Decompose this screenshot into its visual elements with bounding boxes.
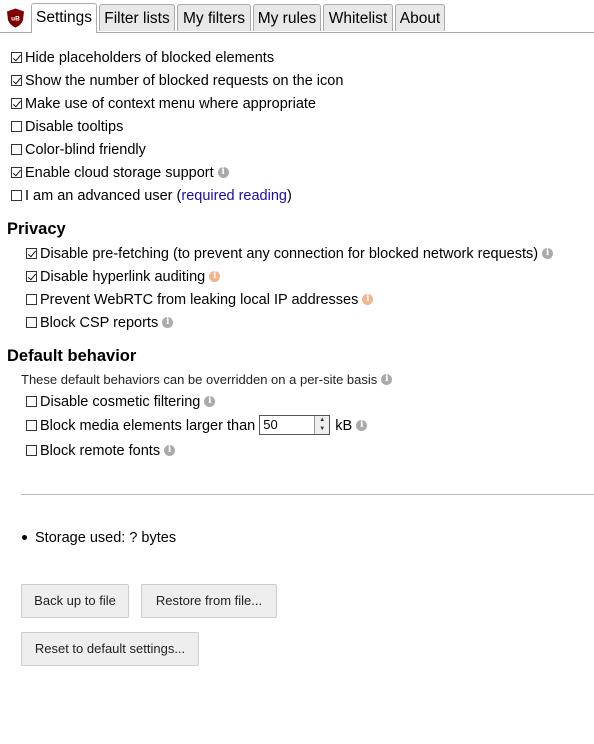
option-disable-hyperlink-auditing[interactable]: Disable hyperlink auditing i [26,267,221,287]
option-show-count[interactable]: Show the number of blocked requests on t… [11,71,343,91]
privacy-heading: Privacy [7,220,66,238]
reset-button[interactable]: Reset to default settings... [21,632,199,666]
option-context-menu[interactable]: Make use of context menu where appropria… [11,94,316,114]
option-label: Block CSP reports [40,315,159,331]
option-label: Block media elements larger than [40,418,256,434]
option-disable-prefetching[interactable]: Disable pre-fetching (to prevent any con… [26,244,554,264]
tab-bar: uB Settings Filter lists My filters My r… [0,0,594,33]
option-color-blind[interactable]: Color-blind friendly [11,140,146,160]
spin-up-icon[interactable]: ▲ [319,417,325,423]
checkbox[interactable] [11,74,22,86]
option-block-csp-reports[interactable]: Block CSP reports i [26,313,174,333]
info-icon[interactable]: i [164,444,176,456]
tab-whitelist[interactable]: Whitelist [323,4,393,31]
divider [21,494,594,495]
media-size-input[interactable]: 50 ▲ ▼ [259,415,331,436]
logo-text: uB [11,16,20,23]
info-icon[interactable]: i [204,395,216,407]
option-label: Disable pre-fetching (to prevent any con… [40,246,539,262]
checkbox[interactable] [26,293,37,305]
option-label: Show the number of blocked requests on t… [25,73,344,89]
option-disable-tooltips[interactable]: Disable tooltips [11,117,123,137]
info-icon[interactable]: i [356,419,368,431]
option-label: Enable cloud storage support [25,165,214,181]
option-label: Block remote fonts [40,443,161,459]
ublock-logo-icon: uB [7,8,24,28]
checkbox[interactable] [11,120,22,132]
bullet-dot [22,534,27,540]
option-prevent-webrtc[interactable]: Prevent WebRTC from leaking local IP add… [26,290,374,310]
note-text: These default behaviors can be overridde… [21,372,378,387]
media-size-value: 50 [263,417,278,433]
restore-button[interactable]: Restore from file... [141,584,277,618]
required-reading-link[interactable]: required reading [181,188,287,204]
checkbox[interactable] [11,97,22,109]
info-icon[interactable]: i [381,374,393,386]
checkbox[interactable] [11,166,22,178]
checkbox[interactable] [11,189,22,201]
checkbox[interactable] [26,247,37,259]
info-icon[interactable]: i [542,247,554,259]
backup-button[interactable]: Back up to file [21,584,129,618]
unit-label: kB [335,418,353,434]
option-block-media-elements[interactable]: Block media elements larger than 50 ▲ ▼ k… [26,415,368,436]
option-block-remote-fonts[interactable]: Block remote fonts i [26,441,176,461]
storage-used: Storage used: ? bytes [22,528,176,548]
option-disable-cosmetic-filtering[interactable]: Disable cosmetic filtering i [26,392,216,412]
spin-down-icon[interactable]: ▼ [319,426,325,432]
tab-my-filters[interactable]: My filters [177,4,251,31]
checkbox[interactable] [26,316,37,328]
tab-my-rules[interactable]: My rules [253,4,321,31]
info-icon[interactable]: i [217,166,229,178]
tab-filter-lists[interactable]: Filter lists [99,4,175,31]
checkbox[interactable] [26,395,37,407]
option-cloud-storage[interactable]: Enable cloud storage support i [11,163,229,183]
option-label: Hide placeholders of blocked elements [25,50,275,66]
default-behavior-heading: Default behavior [7,347,137,365]
storage-text: Storage used: ? bytes [35,530,177,546]
option-label: I am an advanced user ( [25,188,182,204]
option-advanced-user[interactable]: I am an advanced user (required reading) [11,186,292,206]
checkbox[interactable] [26,444,37,456]
tab-settings[interactable]: Settings [31,3,97,33]
spinner-arrows-icon[interactable]: ▲ ▼ [314,416,330,435]
option-label: Disable hyperlink auditing [40,269,206,285]
checkbox[interactable] [11,51,22,63]
option-label: Make use of context menu where appropria… [25,96,316,112]
info-icon[interactable]: i [362,293,374,305]
option-hide-placeholders[interactable]: Hide placeholders of blocked elements [11,48,274,68]
option-label: Prevent WebRTC from leaking local IP add… [40,292,359,308]
option-label-suffix: ) [286,188,292,204]
checkbox[interactable] [26,270,37,282]
info-icon[interactable]: i [162,316,174,328]
checkbox[interactable] [11,143,22,155]
option-label: Color-blind friendly [25,142,146,158]
tab-about[interactable]: About [395,4,445,31]
option-label: Disable tooltips [25,119,124,135]
option-label: Disable cosmetic filtering [40,394,201,410]
default-behavior-note: These default behaviors can be overridde… [21,372,393,388]
info-icon[interactable]: i [209,270,221,282]
checkbox[interactable] [26,419,37,431]
